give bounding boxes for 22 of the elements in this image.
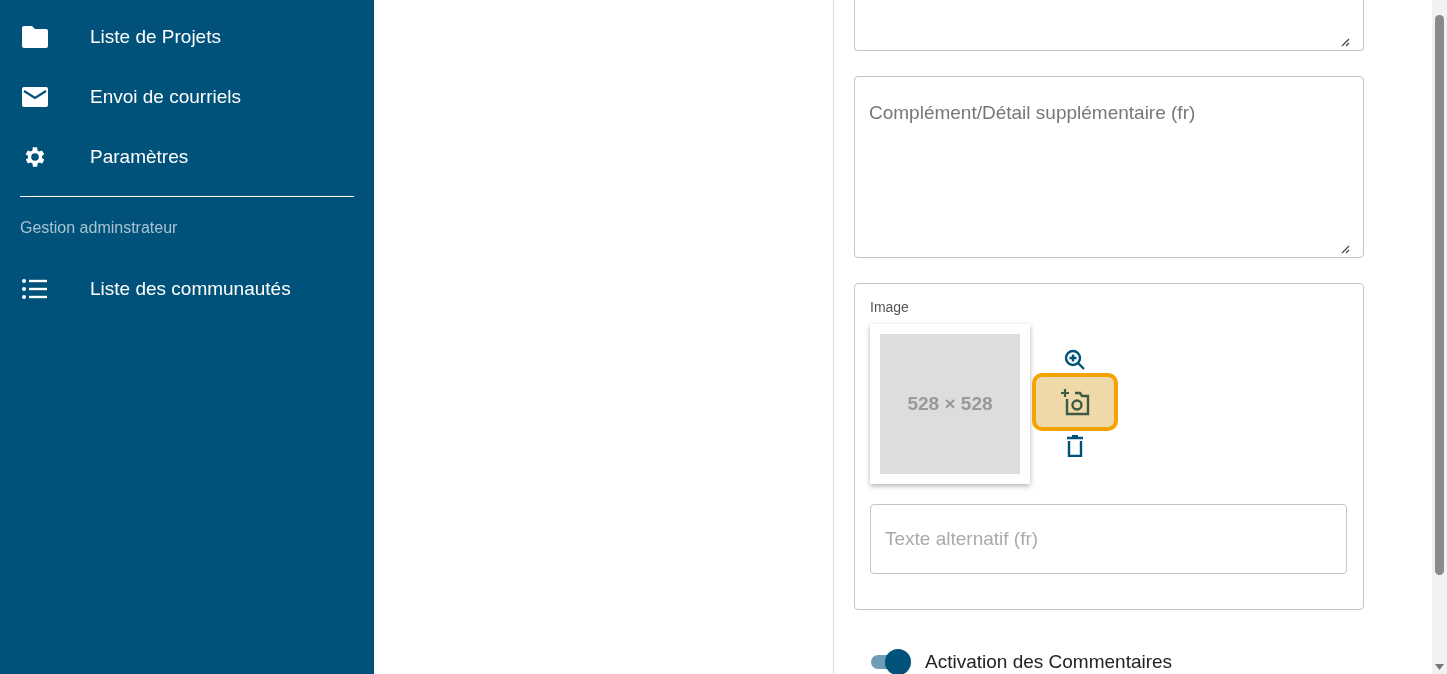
detail-text-area[interactable]: Complément/Détail supplémentaire (fr) xyxy=(854,76,1364,258)
zoom-in-icon xyxy=(1063,348,1087,372)
resize-handle-icon[interactable] xyxy=(1341,245,1350,254)
scroll-down-arrow-icon[interactable] xyxy=(1435,664,1444,670)
alt-text-field[interactable]: Texte alternatif (fr) xyxy=(870,504,1347,574)
list-icon xyxy=(22,279,48,299)
scrollbar[interactable] xyxy=(1432,0,1447,674)
trash-icon xyxy=(1066,435,1084,457)
toggle-label: Activation des Commentaires xyxy=(925,650,1173,674)
sidebar-item[interactable]: Liste des communautés xyxy=(0,259,374,319)
add-photo-button[interactable] xyxy=(1032,373,1118,431)
mail-icon xyxy=(22,87,48,107)
toggle-switch[interactable] xyxy=(869,649,911,674)
sidebar-item[interactable]: Paramètres xyxy=(0,127,374,187)
section-title: Gestion adminstrateur xyxy=(19,218,179,238)
sidebar-item[interactable]: Liste de Projets xyxy=(0,7,374,67)
resize-handle-icon[interactable] xyxy=(1341,38,1350,47)
field-label: Image xyxy=(870,298,910,317)
folder-icon xyxy=(22,26,48,48)
placeholder-image: 528 × 528 xyxy=(880,334,1020,474)
sidebar-item[interactable]: Envoi de courriels xyxy=(0,67,374,127)
add-camera-icon xyxy=(1060,388,1090,416)
